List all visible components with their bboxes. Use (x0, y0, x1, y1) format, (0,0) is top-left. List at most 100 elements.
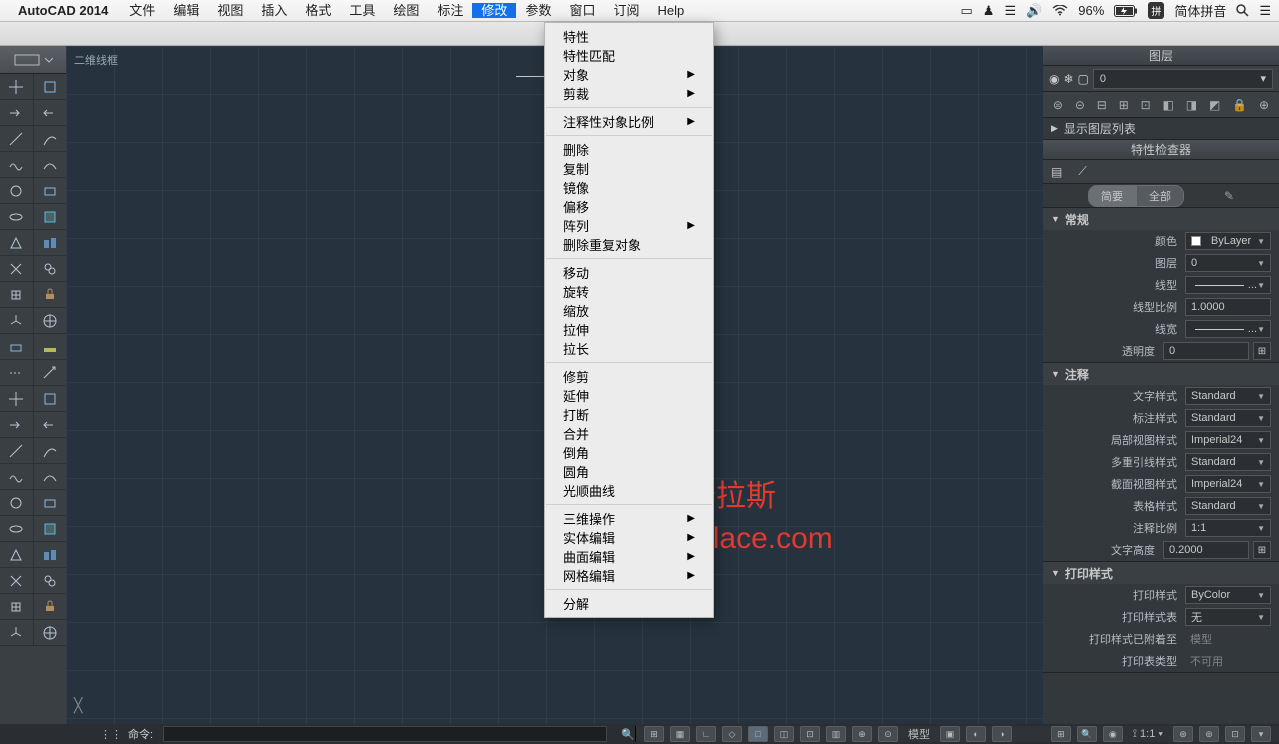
tool-button[interactable] (34, 412, 67, 437)
menuitem-三维操作[interactable]: 三维操作▶ (545, 509, 713, 528)
layer-tool-icon[interactable]: ◩ (1209, 98, 1220, 112)
tool-button[interactable] (0, 230, 34, 255)
disk-icon[interactable]: ☰ (1004, 3, 1016, 19)
menuitem-剪裁[interactable]: 剪裁▶ (545, 84, 713, 103)
tool-button[interactable] (0, 308, 34, 333)
menuitem-合并[interactable]: 合并 (545, 424, 713, 443)
tool-button[interactable] (0, 490, 34, 515)
status-toggle[interactable]: ◐ (966, 726, 986, 742)
menuitem-阵列[interactable]: 阵列▶ (545, 216, 713, 235)
menu-订阅[interactable]: 订阅 (604, 3, 648, 18)
prop-value[interactable]: ...▼ (1185, 276, 1271, 294)
menu-工具[interactable]: 工具 (340, 3, 384, 18)
prop-value[interactable]: Standard▼ (1185, 409, 1271, 427)
tool-button[interactable] (34, 204, 67, 229)
prop-value[interactable]: 0.2000 (1163, 541, 1249, 559)
tab-icon[interactable]: ⟋ (1078, 164, 1086, 179)
tool-button[interactable] (0, 568, 34, 593)
tool-button[interactable] (34, 620, 67, 645)
prop-section-header[interactable]: ▼打印样式 (1043, 562, 1279, 584)
prop-value[interactable]: Standard▼ (1185, 497, 1271, 515)
prop-section-header[interactable]: ▼常规 (1043, 208, 1279, 230)
tool-button[interactable] (34, 100, 67, 125)
tool-button[interactable] (34, 464, 67, 489)
prop-value[interactable]: Standard▼ (1185, 453, 1271, 471)
spotlight-icon[interactable] (1236, 4, 1249, 17)
prop-value[interactable]: Standard▼ (1185, 387, 1271, 405)
status-toggle[interactable]: ⊛ (1173, 726, 1193, 742)
menuitem-打断[interactable]: 打断 (545, 405, 713, 424)
prop-value[interactable]: 0 (1163, 342, 1249, 360)
tool-button[interactable] (0, 542, 34, 567)
annoscale[interactable]: ⟟ 1:1 ▾ (1129, 728, 1167, 741)
menuitem-特性匹配[interactable]: 特性匹配 (545, 46, 713, 65)
tool-button[interactable] (34, 516, 67, 541)
tool-button[interactable] (0, 178, 34, 203)
menuitem-实体编辑[interactable]: 实体编辑▶ (545, 528, 713, 547)
menuitem-网格编辑[interactable]: 网格编辑▶ (545, 566, 713, 585)
volume-icon[interactable]: 🔊 (1026, 3, 1042, 19)
status-toggle[interactable]: ◇ (722, 726, 742, 742)
menuitem-拉长[interactable]: 拉长 (545, 339, 713, 358)
tool-button[interactable] (0, 74, 34, 99)
menu-格式[interactable]: 格式 (296, 3, 340, 18)
wifi-icon[interactable] (1052, 5, 1068, 16)
menu-编辑[interactable]: 编辑 (164, 3, 208, 18)
extra-button[interactable]: ⊞ (1253, 342, 1271, 360)
menuitem-旋转[interactable]: 旋转 (545, 282, 713, 301)
subtab-brief[interactable]: 简要 (1088, 185, 1136, 207)
menu-文件[interactable]: 文件 (120, 3, 164, 18)
tool-button[interactable] (0, 256, 34, 281)
battery-icon[interactable] (1114, 5, 1138, 17)
prop-value[interactable]: ...▼ (1185, 320, 1271, 338)
tool-button[interactable] (0, 360, 34, 385)
tool-button[interactable] (0, 152, 34, 177)
status-toggle[interactable]: ⊡ (800, 726, 820, 742)
menu-窗口[interactable]: 窗口 (560, 3, 604, 18)
space-label[interactable]: 模型 (904, 726, 934, 742)
layer-tool-icon[interactable]: ⊡ (1141, 98, 1151, 112)
menuitem-光顺曲线[interactable]: 光顺曲线 (545, 481, 713, 500)
prop-value[interactable]: Imperial24▼ (1185, 475, 1271, 493)
prop-value[interactable]: 1:1▼ (1185, 519, 1271, 537)
layer-lock-icon[interactable]: ▢ (1078, 72, 1089, 86)
tool-button[interactable] (34, 256, 67, 281)
status-toggle[interactable]: ⊙ (878, 726, 898, 742)
prop-value[interactable]: 无▼ (1185, 608, 1271, 626)
prop-value[interactable]: Imperial24▼ (1185, 431, 1271, 449)
tool-button[interactable] (34, 74, 67, 99)
status-toggle[interactable]: ∟ (696, 726, 716, 742)
tool-button[interactable] (34, 438, 67, 463)
tool-button[interactable] (34, 230, 67, 255)
command-input[interactable] (163, 726, 607, 742)
tool-button[interactable] (34, 308, 67, 333)
tool-button[interactable] (34, 594, 67, 619)
layer-tool-icon[interactable]: ◧ (1163, 98, 1174, 112)
extra-button[interactable]: ⊞ (1253, 541, 1271, 559)
prop-value[interactable]: ByLayer▼ (1185, 232, 1271, 250)
tool-button[interactable] (0, 282, 34, 307)
status-toggle[interactable]: ⊞ (1051, 726, 1071, 742)
tool-button[interactable] (34, 542, 67, 567)
status-toggle[interactable]: ▥ (826, 726, 846, 742)
status-toggle[interactable]: ◫ (774, 726, 794, 742)
tool-button[interactable] (0, 516, 34, 541)
menuitem-圆角[interactable]: 圆角 (545, 462, 713, 481)
menu-绘图[interactable]: 绘图 (384, 3, 428, 18)
tab-icon[interactable]: ▤ (1051, 165, 1062, 179)
tool-button[interactable] (0, 464, 34, 489)
tool-button[interactable] (0, 126, 34, 151)
menuitem-对象[interactable]: 对象▶ (545, 65, 713, 84)
menuitem-偏移[interactable]: 偏移 (545, 197, 713, 216)
status-toggle[interactable]: 🔍 (1077, 726, 1097, 742)
tool-button[interactable] (0, 334, 34, 359)
tool-button[interactable] (0, 438, 34, 463)
menu-修改[interactable]: 修改 (472, 3, 516, 18)
menuitem-曲面编辑[interactable]: 曲面编辑▶ (545, 547, 713, 566)
layer-tool-icon[interactable]: ◨ (1186, 98, 1197, 112)
tool-button[interactable] (34, 126, 67, 151)
menu-视图[interactable]: 视图 (208, 3, 252, 18)
menu-参数[interactable]: 参数 (516, 3, 560, 18)
menuitem-删除[interactable]: 删除 (545, 140, 713, 159)
menuitem-移动[interactable]: 移动 (545, 263, 713, 282)
